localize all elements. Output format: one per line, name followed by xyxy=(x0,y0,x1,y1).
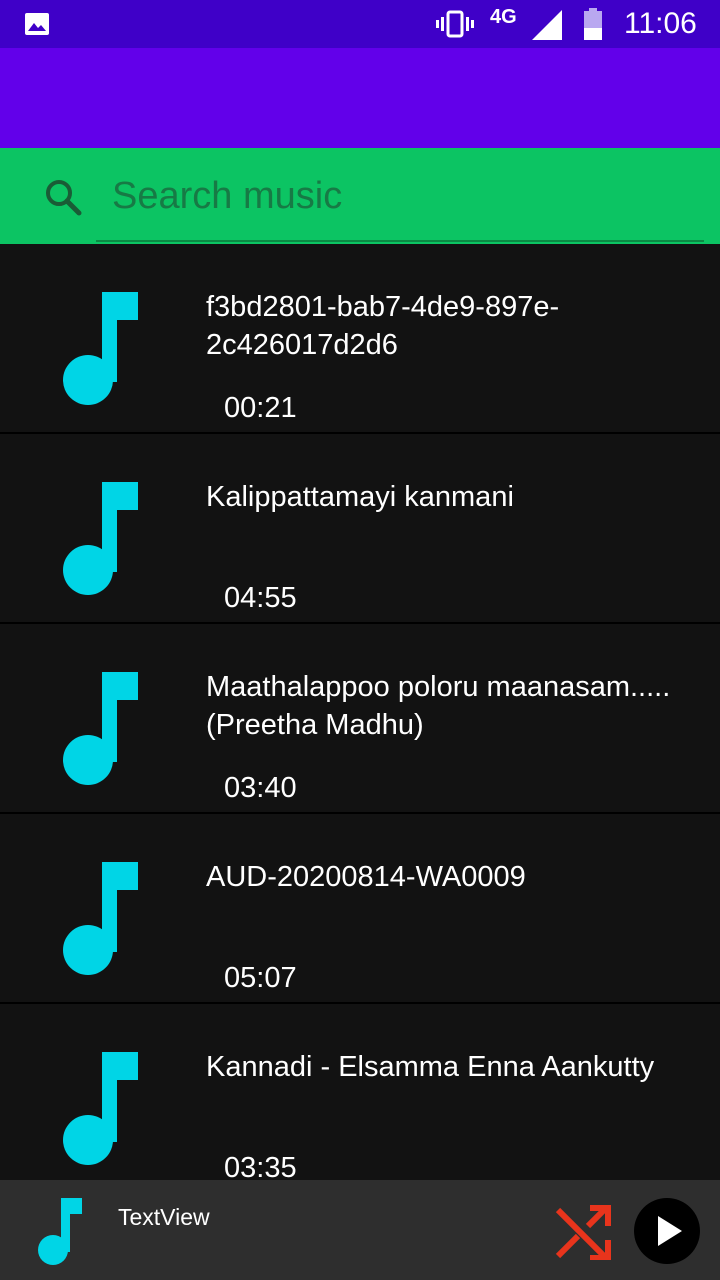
song-item[interactable]: f3bd2801-bab7-4de9-897e-2c426017d2d6 00:… xyxy=(0,244,720,434)
song-item[interactable]: Kalippattamayi kanmani 04:55 xyxy=(0,434,720,624)
song-title: AUD-20200814-WA0009 xyxy=(206,861,526,893)
vibrate-icon xyxy=(436,10,474,38)
music-note-icon xyxy=(63,672,138,785)
battery-icon xyxy=(584,8,602,40)
signal-icon xyxy=(532,10,562,40)
music-note-icon xyxy=(63,292,138,405)
network-type: 4G xyxy=(490,6,517,28)
status-bar: 4G 11:06 xyxy=(0,0,720,48)
now-playing-label: TextView xyxy=(118,1204,210,1230)
music-note-icon xyxy=(38,1198,82,1265)
music-note-icon xyxy=(63,1052,138,1165)
music-note-icon xyxy=(63,482,138,595)
song-duration: 04:55 xyxy=(224,582,297,614)
song-item[interactable]: Kannadi - Elsamma Enna Aankutty 03:35 xyxy=(0,1004,720,1180)
song-duration: 03:40 xyxy=(224,772,297,804)
song-item[interactable]: Maathalappoo poloru maanasam.....(Preeth… xyxy=(0,624,720,814)
play-icon xyxy=(658,1216,682,1246)
gallery-icon xyxy=(25,13,49,35)
play-button[interactable] xyxy=(634,1198,700,1264)
song-item[interactable]: AUD-20200814-WA0009 05:07 xyxy=(0,814,720,1004)
song-title: Kalippattamayi kanmani xyxy=(206,481,514,513)
song-duration: 05:07 xyxy=(224,962,297,994)
music-note-icon xyxy=(63,862,138,975)
search-bar xyxy=(0,148,720,244)
song-title: f3bd2801-bab7-4de9-897e-2c426017d2d6 xyxy=(206,291,560,361)
song-duration: 00:21 xyxy=(224,392,297,424)
song-list[interactable]: f3bd2801-bab7-4de9-897e-2c426017d2d6 00:… xyxy=(0,244,720,1180)
song-title: Maathalappoo poloru maanasam.....(Preeth… xyxy=(206,671,671,741)
search-icon[interactable] xyxy=(44,178,82,216)
app-bar xyxy=(0,48,720,148)
song-duration: 03:35 xyxy=(224,1152,297,1180)
mini-player: TextView xyxy=(0,1180,720,1280)
shuffle-icon[interactable] xyxy=(554,1202,612,1260)
search-underline xyxy=(96,240,704,242)
clock: 11:06 xyxy=(624,7,697,40)
search-input[interactable] xyxy=(110,166,704,226)
song-title: Kannadi - Elsamma Enna Aankutty xyxy=(206,1051,655,1083)
